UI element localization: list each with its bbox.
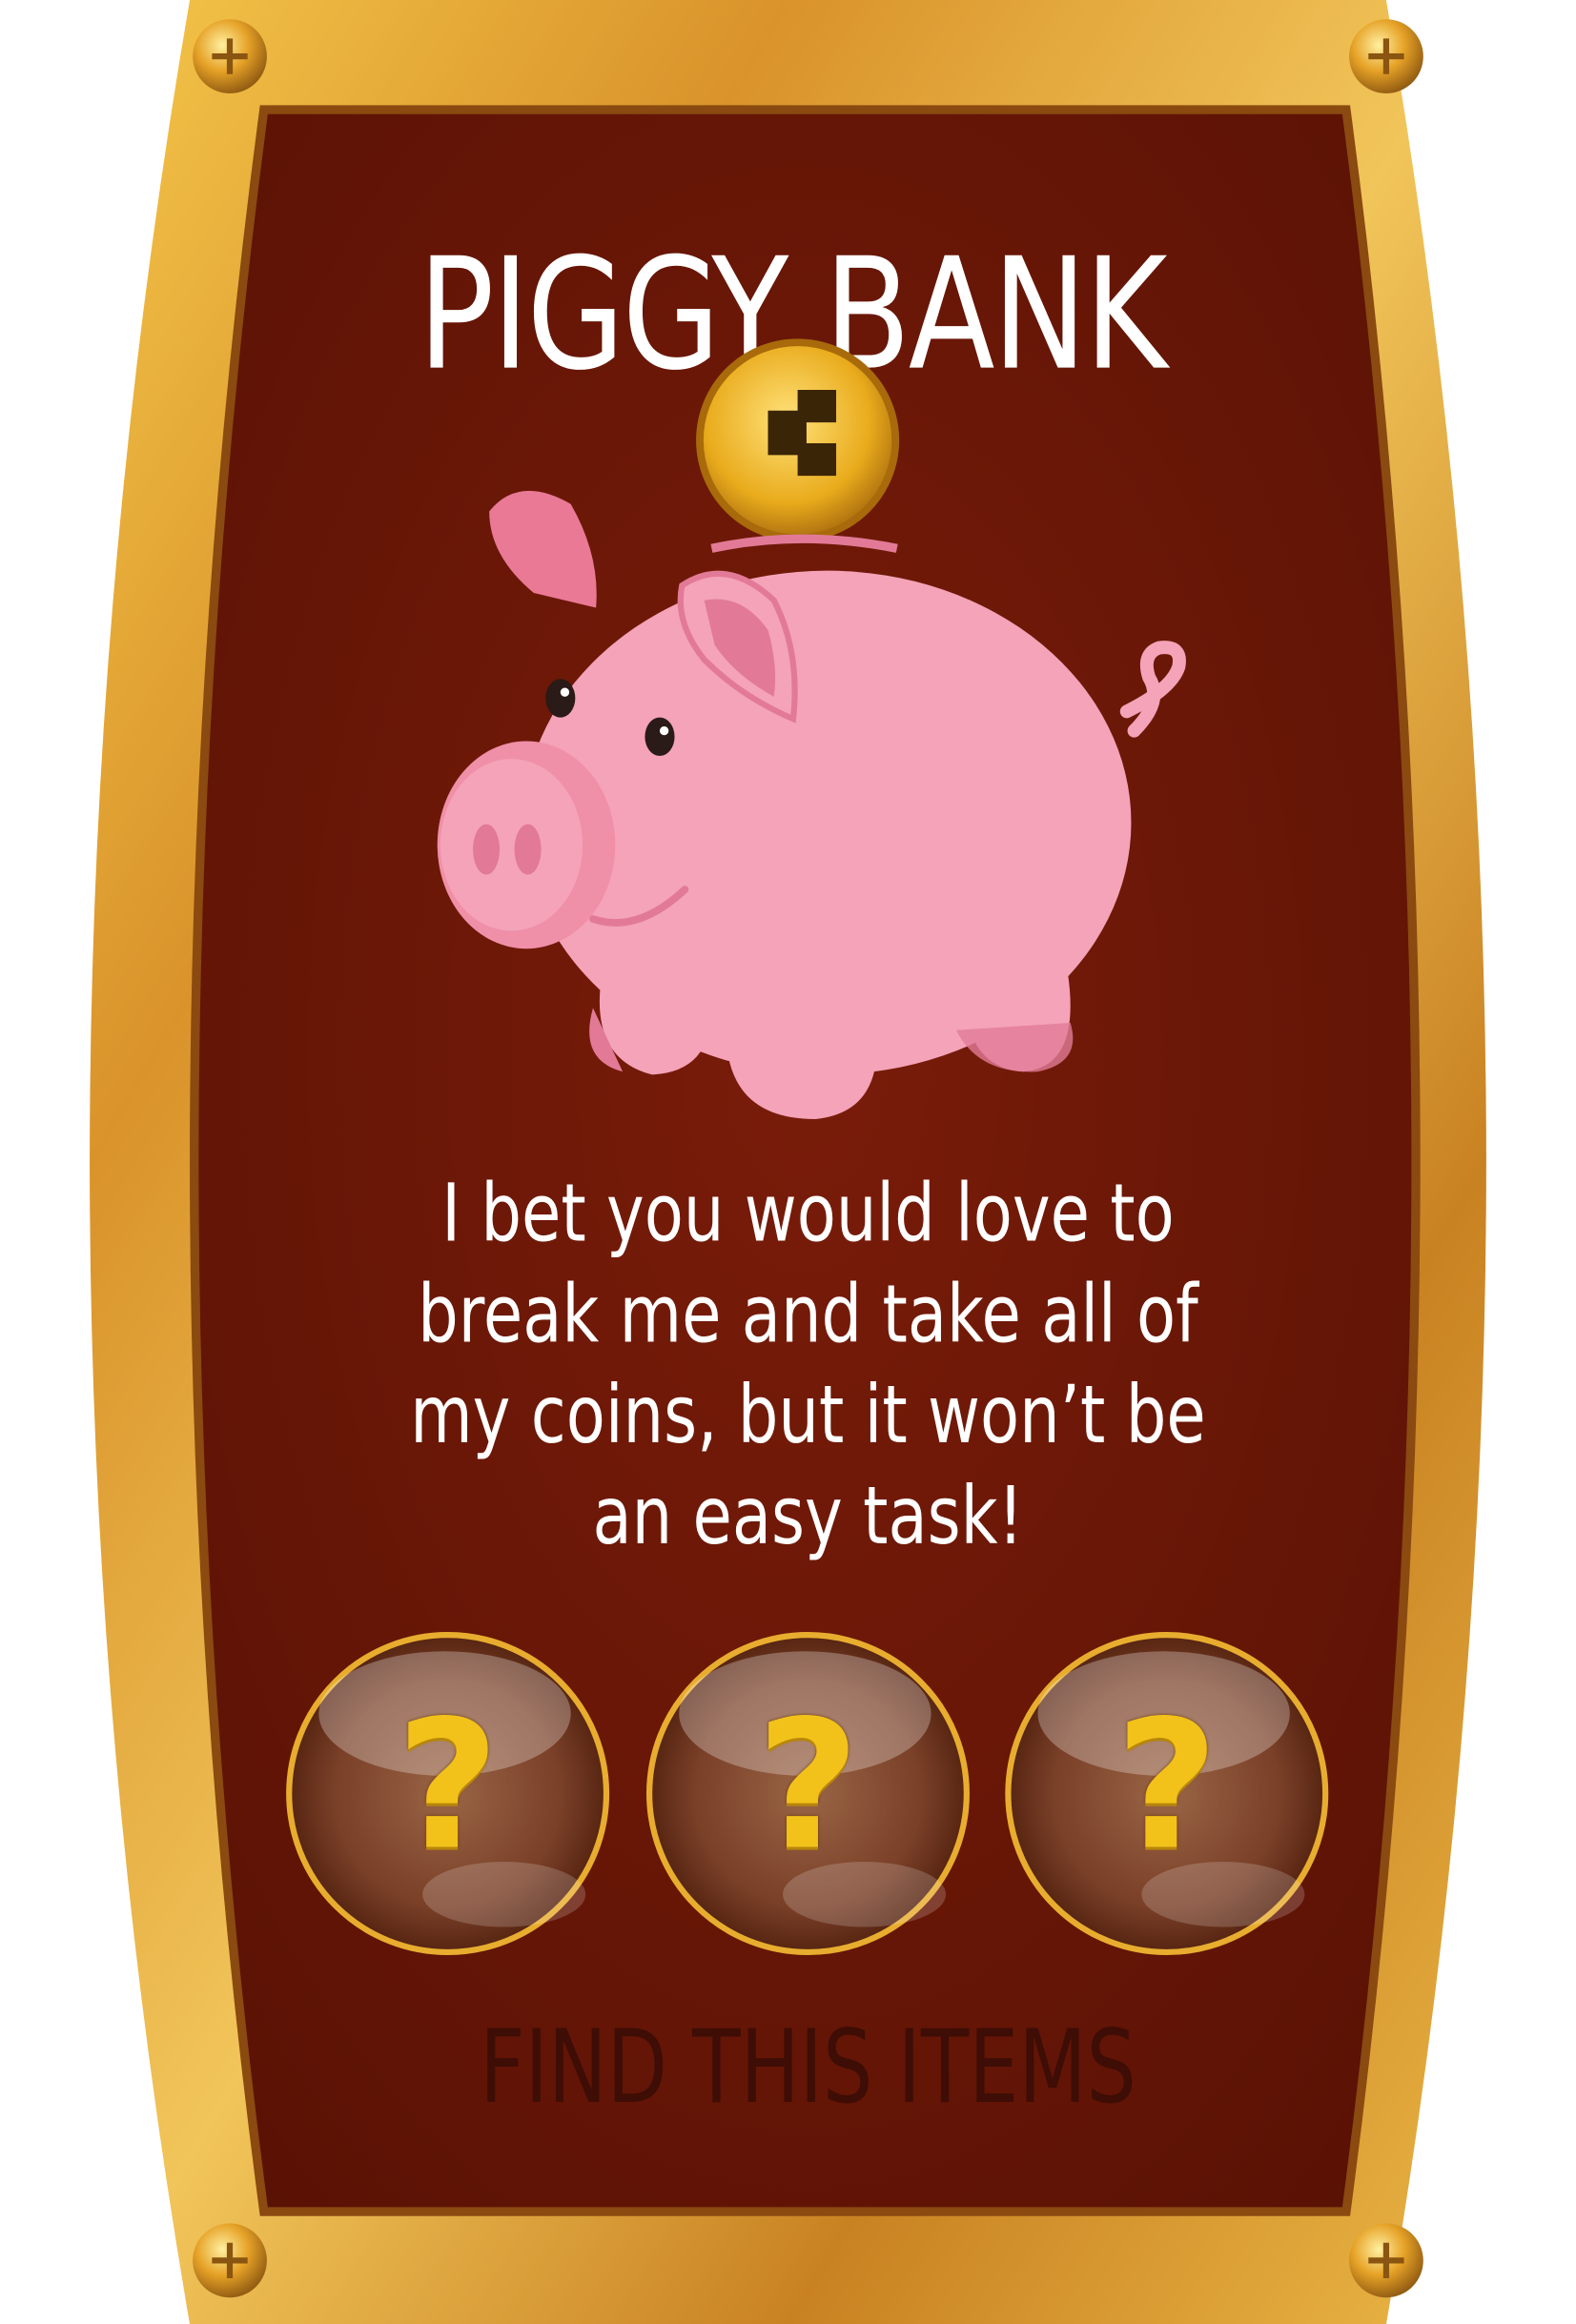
item-slots: ? ? ? [281,1627,1334,1968]
item-slot-2[interactable]: ? [642,1627,973,1959]
bolt-icon [193,19,267,93]
bolt-icon [1349,2223,1423,2298]
question-mark: ? [1115,1683,1218,1890]
bolt-icon [193,2223,267,2298]
coin-icon [696,338,900,542]
find-items-label: FIND THIS ITEMS [480,2009,1136,2128]
piggy-bank-icon [437,338,1186,1120]
item-slot-1[interactable]: ? [281,1627,613,1959]
bolt-icon [1349,19,1423,93]
card-description: I bet you would love to break me and tak… [410,1166,1206,1562]
item-slot-3[interactable]: ? [1001,1627,1333,1959]
question-mark: ? [756,1683,860,1890]
piggy-bank-card: PIGGY BANK I bet you would love to break… [0,0,1576,2324]
question-mark: ? [396,1683,500,1890]
